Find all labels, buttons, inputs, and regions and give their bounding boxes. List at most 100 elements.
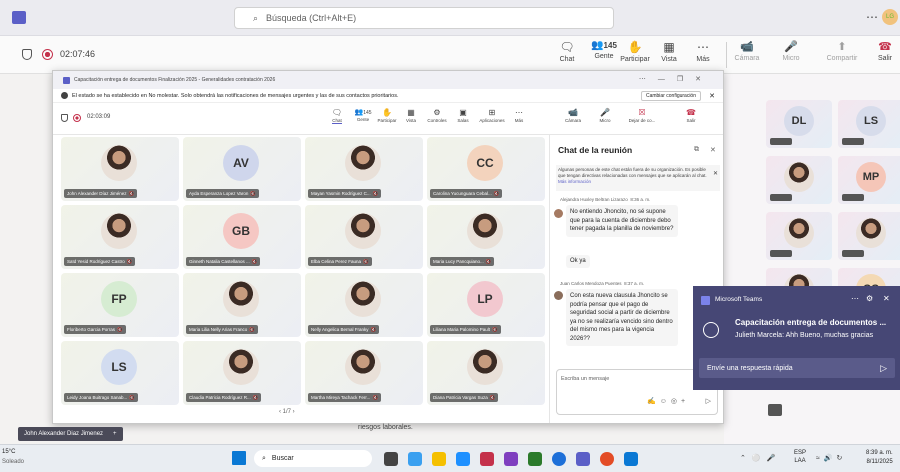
inner-more-button[interactable]: ⋯ Más	[507, 108, 531, 123]
inner-stop-sharing-button[interactable]: ☒ Dejar de co...	[625, 108, 659, 123]
toast-settings-icon[interactable]: ⚙	[866, 294, 873, 303]
send-icon[interactable]: ▷	[706, 397, 711, 405]
camera-button[interactable]: 📹 Cámara	[730, 40, 764, 62]
participant-name-text: Floriberto Garcia Porras	[67, 327, 116, 332]
pagination[interactable]: ‹ 1/7 ›	[279, 409, 295, 415]
inner-participate-button[interactable]: ✋ Participar	[375, 108, 399, 123]
app-icon[interactable]	[624, 452, 638, 466]
participant-tile[interactable]: AV Ayda Esperanza Lopez Varon 🔇	[183, 137, 301, 201]
inner-leave-button[interactable]: ☎ Salir	[679, 108, 703, 123]
participant-photo	[345, 213, 381, 249]
inner-participate-label: Participar	[377, 118, 397, 123]
quick-reply-input[interactable]: Envíe una respuesta rápida ▷	[699, 358, 895, 378]
participant-tile[interactable]: Nelly Angelica Bernal Franky 🔇	[305, 273, 423, 337]
app-icon[interactable]	[504, 452, 518, 466]
participant-tile[interactable]: Elba Celina Perez Fauna 🔇	[305, 205, 423, 269]
notice-link[interactable]: Más información	[558, 179, 591, 184]
participant-tile[interactable]: Diana Patricia Vargas Suza 🔇	[427, 341, 545, 405]
participant-tile[interactable]: Martha Mireya Tachack Ferr... 🔇	[305, 341, 423, 405]
chat-button[interactable]: 🗨 Chat	[550, 40, 584, 63]
participate-button[interactable]: ✋ Participar	[618, 40, 652, 63]
participant-name: John Alexander Díaz Jiménez 🔇	[64, 189, 138, 198]
more-button[interactable]: ⋯ Más	[686, 40, 720, 63]
inner-apps-button[interactable]: ⊞ Aplicaciones	[477, 108, 507, 123]
app-icon[interactable]	[480, 452, 494, 466]
inner-meeting-toolbar: 02:03:09 🗨 Chat 👥145 Gente ✋ Participar ▦ Vi…	[53, 103, 723, 135]
chat-label: Chat	[559, 56, 575, 63]
taskbar-search[interactable]: ⌕ Buscar	[254, 450, 372, 467]
inner-people-button[interactable]: 👥145 Gente	[349, 108, 377, 122]
participant-tile[interactable]: Maria Lucy Pancquiano... 🔇	[427, 205, 545, 269]
share-label: Compartir	[826, 55, 858, 62]
participant-tile[interactable]: LP Liliana Maria Palomino Pault 🔇	[427, 273, 545, 337]
notification-toast[interactable]: Microsoft Teams ⋯ ⚙ ✕ Capacitación entre…	[693, 286, 900, 390]
share-button[interactable]: ⬆ Compartir	[822, 40, 862, 62]
participant-name-text: Maria Lucy Pancquiano...	[433, 259, 484, 264]
inner-controls-button[interactable]: ⚙ Controles	[425, 108, 449, 123]
toast-body: Julieth Marcela: Ahh Bueno, muchas graci…	[735, 332, 874, 339]
inner-rooms-button[interactable]: ▣ Salas	[451, 108, 475, 123]
participant-tile[interactable]: CC Carolina Yucunguara Cebal... 🔇	[427, 137, 545, 201]
tray-icons[interactable]: ⌃⚪🎤	[740, 454, 781, 462]
gallery-tile	[766, 212, 832, 260]
mic-off-icon: 🔇	[128, 190, 135, 196]
close-chat-icon[interactable]: ✕	[710, 146, 716, 154]
window-controls[interactable]: ⋯—❐✕	[639, 75, 713, 83]
inner-chat-button[interactable]: 🗨 Chat	[325, 108, 349, 124]
widgets-icon[interactable]	[408, 452, 422, 466]
start-button[interactable]	[232, 451, 246, 465]
participant-tile[interactable]: Saïd Yesid Rodríguez Castro 🔇	[61, 205, 179, 269]
mic-off-icon: 🔇	[250, 190, 256, 196]
gallery-tile	[838, 212, 900, 260]
close-banner-icon[interactable]: ✕	[709, 92, 715, 100]
clock[interactable]: 8:39 a. m. 8/11/2025	[866, 449, 893, 467]
participant-tile[interactable]: FP Floriberto Garcia Porras 🔇	[61, 273, 179, 337]
gallery-tile: LS	[838, 100, 900, 148]
view-button[interactable]: ▦ Vista	[652, 40, 686, 63]
participant-photo	[223, 349, 259, 385]
close-notice-icon[interactable]: ✕	[713, 171, 718, 177]
participant-tile[interactable]: Claudia Patricia Rodríguez R... 🔇	[183, 341, 301, 405]
store-icon[interactable]	[456, 452, 470, 466]
search-icon: ⌕	[253, 12, 259, 23]
profile-avatar[interactable]: LG	[882, 9, 898, 25]
participant-tile[interactable]: Maria Lilia Nelly Arias Franco 🔇	[183, 273, 301, 337]
teams-logo-icon	[12, 11, 26, 24]
leave-button[interactable]: ☎ Salir	[868, 40, 900, 62]
participant-name: Martha Mireya Tachack Ferr... 🔇	[308, 393, 382, 402]
app-icon[interactable]	[528, 452, 542, 466]
participant-name-text: Liliana Maria Palomino Pault	[433, 327, 491, 332]
participant-name: Maria Lilia Nelly Arias Franco 🔇	[186, 325, 258, 334]
chrome-icon[interactable]	[600, 452, 614, 466]
change-settings-button[interactable]: Cambiar configuración	[640, 91, 701, 101]
teams-taskbar-icon[interactable]	[576, 452, 590, 466]
more-options-icon[interactable]: ⋯	[866, 10, 878, 24]
compose-actions-icons[interactable]: ✍☺◎+	[647, 397, 689, 405]
inner-view-button[interactable]: ▦ Vista	[399, 108, 423, 123]
inner-camera-button[interactable]: 📹 Cámara	[561, 108, 585, 123]
mic-off-icon: 🔇	[489, 394, 496, 400]
toast-more-icon[interactable]: ⋯	[851, 294, 859, 303]
browser-icon[interactable]	[552, 452, 566, 466]
participant-tile[interactable]: LS Leidy Joana Buitrago Sanab... 🔇	[61, 341, 179, 405]
network-volume-icons[interactable]: ≈🔊↻	[816, 454, 846, 462]
mic-off-icon: 🔇	[126, 258, 133, 264]
toast-close-icon[interactable]: ✕	[883, 294, 890, 303]
inner-mic-button[interactable]: 🎤 Micro	[593, 108, 617, 123]
clock-time: 8:39 a. m.	[866, 450, 893, 456]
mic-indicator	[842, 138, 864, 145]
send-icon[interactable]: ▷	[880, 363, 887, 374]
file-explorer-icon[interactable]	[432, 452, 446, 466]
language-indicator[interactable]: ESP LAA	[794, 449, 806, 465]
participant-tile[interactable]: GB Ginneth Natalia Castellanos ... 🔇	[183, 205, 301, 269]
mic-button[interactable]: 🎤 Micro	[774, 40, 808, 62]
task-view-icon[interactable]	[384, 452, 398, 466]
participant-tile[interactable]: Mayan Yasmin Rodríguez C... 🔇	[305, 137, 423, 201]
popout-icon[interactable]: ⧉	[694, 146, 699, 154]
participant-photo	[223, 281, 259, 317]
avatar: MP	[856, 162, 886, 192]
apps-icon: ⊞	[488, 108, 496, 117]
participant-tile[interactable]: John Alexander Díaz Jiménez 🔇	[61, 137, 179, 201]
add-icon[interactable]: +	[113, 431, 117, 437]
search-input[interactable]: ⌕ Búsqueda (Ctrl+Alt+E)	[234, 7, 614, 29]
